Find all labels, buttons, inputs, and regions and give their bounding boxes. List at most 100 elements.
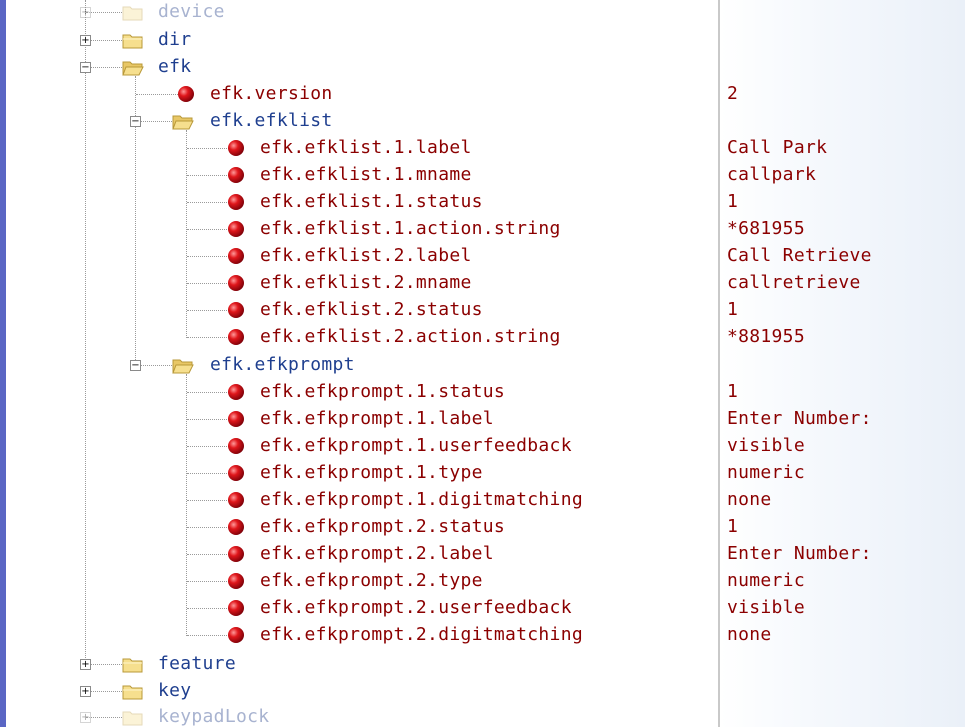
red-ball-icon — [228, 519, 244, 535]
tree-leaf[interactable]: efk.efklist.2.label — [260, 245, 472, 267]
tree-branch — [86, 664, 122, 665]
tree-branch — [136, 94, 180, 95]
red-ball-icon — [228, 492, 244, 508]
leaf-value: numeric — [727, 462, 805, 483]
tree-branch — [187, 256, 229, 257]
tree-leaf[interactable]: efk.efkprompt.2.digitmatching — [260, 624, 583, 646]
collapse-efk-icon[interactable]: − — [80, 62, 91, 73]
tree-branch — [86, 67, 122, 68]
tree-branch — [187, 283, 229, 284]
leaf-value: *681955 — [727, 218, 805, 239]
leaf-value: 1 — [727, 191, 739, 212]
red-ball-icon — [228, 627, 244, 643]
collapse-efkprompt-icon[interactable]: − — [130, 360, 141, 371]
red-ball-icon — [228, 546, 244, 562]
expand-key-icon[interactable]: + — [80, 686, 91, 697]
tree-branch — [187, 175, 229, 176]
red-ball-icon — [228, 248, 244, 264]
red-ball-icon — [228, 573, 244, 589]
tree-node-efkprompt[interactable]: efk.efkprompt — [210, 354, 355, 376]
red-ball-icon — [228, 411, 244, 427]
leaf-value: Call Park — [727, 137, 828, 158]
tree-node-efk[interactable]: efk — [158, 56, 191, 78]
red-ball-icon — [228, 438, 244, 454]
tree-line-efklist — [186, 130, 187, 338]
tree-branch — [86, 717, 122, 718]
leaf-value: 1 — [727, 299, 739, 320]
tree-line-efkprompt — [186, 374, 187, 636]
collapse-efklist-icon[interactable]: − — [130, 116, 141, 127]
expand-device-icon[interactable]: + — [80, 7, 91, 18]
tree-node-efk-version[interactable]: efk.version — [210, 83, 333, 105]
tree-leaf[interactable]: efk.efklist.1.action.string — [260, 218, 561, 240]
leaf-value: callretrieve — [727, 272, 861, 293]
tree-leaf[interactable]: efk.efklist.1.mname — [260, 164, 472, 186]
red-ball-icon — [228, 275, 244, 291]
folder-icon — [122, 6, 143, 21]
tree-leaf[interactable]: efk.efkprompt.2.label — [260, 543, 494, 565]
tree-node-efklist[interactable]: efk.efklist — [210, 110, 333, 132]
tree-branch — [86, 12, 122, 13]
red-ball-icon — [228, 194, 244, 210]
tree-leaf[interactable]: efk.efkprompt.1.digitmatching — [260, 489, 583, 511]
tree-leaf[interactable]: efk.efklist.2.status — [260, 299, 483, 321]
tree-node-key[interactable]: key — [158, 680, 191, 702]
expand-dir-icon[interactable]: + — [80, 35, 91, 46]
tree-branch — [187, 148, 229, 149]
red-ball-icon — [228, 167, 244, 183]
tree-branch — [136, 365, 172, 366]
tree-branch — [187, 446, 229, 447]
leaf-value: 1 — [727, 381, 739, 402]
tree-branch — [136, 121, 172, 122]
tree-branch — [187, 527, 229, 528]
tree-leaf[interactable]: efk.efkprompt.2.type — [260, 570, 483, 592]
red-ball-icon — [178, 86, 194, 102]
tree-leaf[interactable]: efk.efkprompt.1.status — [260, 381, 505, 403]
tree-branch — [187, 635, 229, 636]
leaf-value: *881955 — [727, 326, 805, 347]
tree-leaf[interactable]: efk.efklist.2.action.string — [260, 326, 561, 348]
tree-branch — [86, 40, 122, 41]
leaf-value: none — [727, 624, 772, 645]
tree-branch — [187, 500, 229, 501]
tree-leaf[interactable]: efk.efkprompt.1.userfeedback — [260, 435, 572, 457]
leaf-value: visible — [727, 597, 805, 618]
leaf-value: numeric — [727, 570, 805, 591]
tree-branch — [187, 419, 229, 420]
tree-node-device[interactable]: device — [158, 1, 225, 23]
tree-leaf[interactable]: efk.efklist.1.status — [260, 191, 483, 213]
folder-icon — [122, 34, 143, 49]
tree-branch — [187, 608, 229, 609]
tree-leaf[interactable]: efk.efklist.2.mname — [260, 272, 472, 294]
red-ball-icon — [228, 329, 244, 345]
red-ball-icon — [228, 600, 244, 616]
value-efk-version: 2 — [727, 83, 739, 104]
open-folder-icon — [172, 115, 194, 130]
config-tree: + device + dir − efk efk.version 2 − efk… — [0, 0, 871, 728]
red-ball-icon — [228, 384, 244, 400]
expand-keypadlock-icon[interactable]: + — [80, 712, 91, 723]
leaf-value: none — [727, 489, 772, 510]
tree-leaf[interactable]: efk.efkprompt.2.userfeedback — [260, 597, 572, 619]
leaf-value: Enter Number: — [727, 408, 872, 429]
tree-line-level1 — [85, 0, 86, 664]
red-ball-icon — [228, 221, 244, 237]
tree-node-keypadlock[interactable]: keypadLock — [158, 706, 269, 728]
tree-node-dir[interactable]: dir — [158, 29, 191, 51]
tree-branch — [187, 337, 229, 338]
tree-branch — [187, 581, 229, 582]
tree-node-feature[interactable]: feature — [158, 653, 236, 675]
leaf-value: Call Retrieve — [727, 245, 872, 266]
red-ball-icon — [228, 465, 244, 481]
tree-branch — [187, 392, 229, 393]
red-ball-icon — [228, 302, 244, 318]
red-ball-icon — [228, 140, 244, 156]
tree-branch — [187, 202, 229, 203]
tree-leaf[interactable]: efk.efkprompt.1.type — [260, 462, 483, 484]
leaf-value: callpark — [727, 164, 817, 185]
expand-feature-icon[interactable]: + — [80, 659, 91, 670]
tree-leaf[interactable]: efk.efkprompt.1.label — [260, 408, 494, 430]
tree-leaf[interactable]: efk.efklist.1.label — [260, 137, 472, 159]
folder-icon — [122, 711, 143, 726]
tree-leaf[interactable]: efk.efkprompt.2.status — [260, 516, 505, 538]
